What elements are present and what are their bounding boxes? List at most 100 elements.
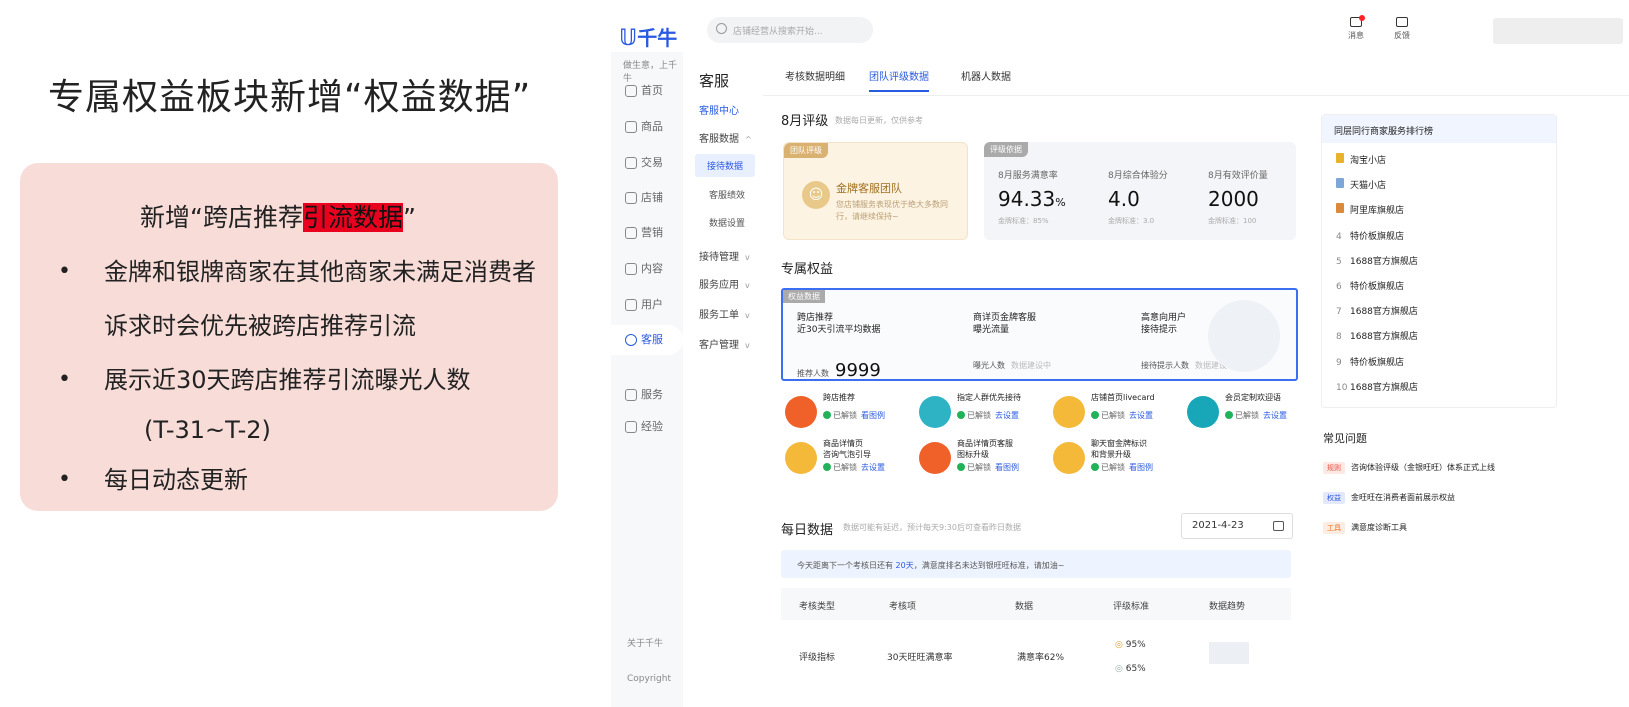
about-link[interactable]: 关于千牛	[627, 636, 663, 649]
benefit-status: 已解锁 去设置	[1091, 410, 1153, 421]
benefit-status: 已解锁 看图例	[957, 462, 1019, 473]
rank-item[interactable]: 4 特价板旗舰店	[1336, 229, 1404, 242]
rank-item[interactable]: 淘宝小店	[1336, 153, 1386, 166]
faq-item[interactable]: 规则 咨询体验评级（金银旺旺）体系正式上线	[1323, 462, 1495, 474]
subnav-reception-mgmt[interactable]: 接待管理 v	[699, 248, 750, 263]
rank-number: 5	[1336, 256, 1342, 267]
metric-satisfaction: 8月服务满意率 94.33% 金牌标准：85%	[998, 171, 1066, 225]
services-icon	[625, 389, 637, 401]
sidebar-item-goods[interactable]: 商品	[611, 112, 683, 142]
equity-title: 专属权益	[781, 262, 834, 277]
recommend-count: 9999	[835, 360, 881, 381]
highlight-text: 引流数据	[302, 203, 403, 232]
equity-exposure: 商详页金牌客服 曝光流量 曝光人数 数据建设中	[973, 313, 1051, 370]
rank-number: 7	[1336, 307, 1342, 318]
subnav-work-orders[interactable]: 服务工单 v	[699, 306, 750, 321]
mascot-watermark	[1208, 300, 1280, 372]
trend-sparkline	[1209, 642, 1249, 664]
rank-item[interactable]: 5 1688官方旗舰店	[1336, 254, 1418, 267]
sidebar-item-experience[interactable]: 经验	[611, 412, 683, 442]
note-item: • 金牌和银牌商家在其他商家未满足消费者诉求时会优先被跨店推荐引流	[58, 258, 536, 340]
metric-valid-reviews: 8月有效评价量 2000 金牌标准：100	[1208, 171, 1268, 225]
table-header: 考核类型 考核项 数据 评级标准 数据趋势	[781, 588, 1291, 620]
service-icon	[625, 334, 637, 346]
team-tag: 团队评级	[784, 143, 828, 158]
account-area[interactable]	[1493, 18, 1623, 44]
benefit-icon	[785, 442, 817, 474]
subnav-performance[interactable]: 客服绩效	[709, 188, 745, 201]
rank-item[interactable]: 阿里库旗舰店	[1336, 203, 1404, 216]
benefit-name: 会员定制欢迎语	[1225, 393, 1281, 402]
benefit-link[interactable]: 看图例	[995, 463, 1019, 472]
feedback-button[interactable]: 反馈	[1387, 17, 1417, 41]
message-button[interactable]: 消息	[1341, 15, 1371, 41]
benefit-link[interactable]: 去设置	[1263, 411, 1287, 420]
search-icon	[716, 23, 727, 34]
rank-number: 10	[1336, 382, 1348, 393]
sub-navigation: 客服 客服中心 客服数据 ^ 接待数据 客服绩效 数据设置 接待管理 v 服务应用 v…	[683, 52, 763, 707]
team-name: 金牌客服团队	[836, 182, 902, 195]
faq-item[interactable]: 权益 金旺旺在消费者面前展示权益	[1323, 492, 1455, 504]
sidebar-item-marketing[interactable]: 营销	[611, 218, 683, 248]
rank-item[interactable]: 6 特价板旗舰店	[1336, 279, 1404, 292]
note-subline: (T-31~T-2)	[144, 416, 271, 444]
tab-team-rating[interactable]: 团队评级数据	[869, 68, 929, 92]
subnav-service-apps[interactable]: 服务应用 v	[699, 276, 750, 291]
rank-item[interactable]: 9 特价板旗舰店	[1336, 355, 1404, 368]
content-icon	[625, 263, 637, 275]
benefit-item: 商品详情页 咨询气泡引导 已解锁 去设置	[785, 438, 925, 482]
date-picker[interactable]: 2021-4-23	[1181, 513, 1293, 539]
col-type: 考核类型	[799, 602, 836, 612]
rank-item[interactable]: 10 1688官方旗舰店	[1336, 380, 1418, 393]
faq-item[interactable]: 工具 满意度诊断工具	[1323, 522, 1407, 534]
subnav-service-center[interactable]: 客服中心	[699, 102, 739, 117]
tab-robot-data[interactable]: 机器人数据	[961, 68, 1011, 83]
benefit-name: 商品详情页客服 图标升级	[957, 439, 1013, 459]
subnav-service-data[interactable]: 客服数据 ^	[699, 130, 752, 145]
main-content: 考核数据明细 团队评级数据 机器人数据 8月评级 数据每日更新，仅供参考 团队评…	[763, 52, 1629, 707]
row-type: 评级指标	[799, 653, 836, 663]
rank-panel: 同层同行商家服务排行榜 淘宝小店 天猫小店 阿里库旗舰店 4 特价板旗舰店 5 1688官方…	[1321, 114, 1557, 408]
top-bar: 𝕌千牛 店铺经营从搜索开始... 消息 反馈	[611, 10, 1629, 52]
benefit-status: 已解锁 去设置	[1225, 410, 1287, 421]
col-standard: 评级标准	[1113, 602, 1150, 612]
check-icon	[823, 411, 831, 419]
benefit-link[interactable]: 看图例	[861, 411, 885, 420]
benefit-link[interactable]: 去设置	[861, 463, 885, 472]
sidebar-item-home[interactable]: 首页	[611, 76, 683, 106]
check-icon	[1091, 463, 1099, 471]
benefit-item: 会员定制欢迎语 已解锁 去设置	[1187, 392, 1327, 436]
benefit-link[interactable]: 去设置	[1129, 411, 1153, 420]
check-icon	[957, 463, 965, 471]
benefit-link[interactable]: 去设置	[995, 411, 1019, 420]
search-input[interactable]: 店铺经营从搜索开始...	[707, 17, 873, 43]
tab-assessment-detail[interactable]: 考核数据明细	[785, 68, 845, 83]
sidebar-item-trade[interactable]: 交易	[611, 148, 683, 178]
benefit-item: 指定人群优先接待 已解锁 去设置	[919, 392, 1059, 436]
sidebar-item-content[interactable]: 内容	[611, 254, 683, 284]
sidebar-item-shop[interactable]: 店铺	[611, 183, 683, 213]
rank-item[interactable]: 7 1688官方旗舰店	[1336, 304, 1418, 317]
sidebar-item-users[interactable]: 用户	[611, 290, 683, 320]
benefit-icon	[919, 396, 951, 428]
check-icon	[957, 411, 965, 419]
check-icon	[1225, 411, 1233, 419]
sidebar-item-service[interactable]: 客服	[611, 325, 683, 355]
benefit-link[interactable]: 看图例	[1129, 463, 1153, 472]
user-icon	[625, 299, 637, 311]
chevron-up-icon: ^	[745, 135, 752, 144]
sidebar-item-services[interactable]: 服务	[611, 380, 683, 410]
rank-item[interactable]: 天猫小店	[1336, 178, 1386, 191]
col-item: 考核项	[889, 602, 917, 612]
benefit-icon	[1053, 396, 1085, 428]
daily-title: 每日数据	[781, 523, 834, 538]
subnav-reception-data[interactable]: 接待数据	[695, 154, 755, 177]
equity-cross-store: 跨店推荐 近30天引流平均数据 推荐人数 9999	[797, 313, 881, 381]
rank-item[interactable]: 8 1688官方旗舰店	[1336, 329, 1418, 342]
calendar-icon	[1273, 521, 1284, 531]
subnav-customer-mgmt[interactable]: 客户管理 v	[699, 336, 750, 351]
benefit-item: 跨店推荐 已解锁 看图例	[785, 392, 925, 436]
subnav-data-settings[interactable]: 数据设置	[709, 216, 745, 229]
app-logo[interactable]: 𝕌千牛	[619, 22, 677, 51]
metrics-tag: 评级依据	[984, 142, 1028, 157]
